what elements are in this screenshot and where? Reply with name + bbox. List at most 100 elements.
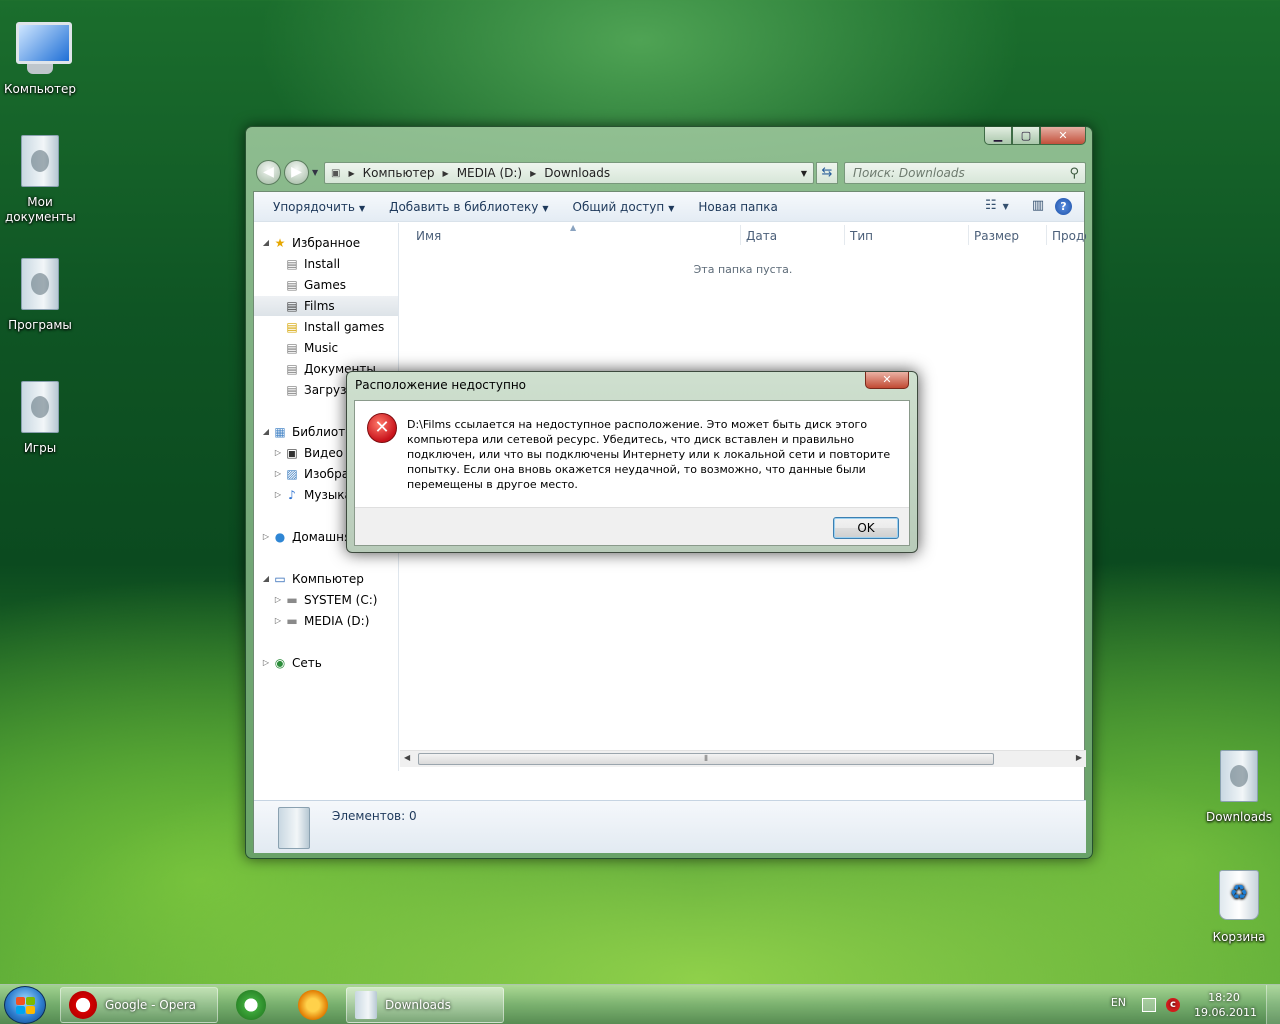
address-computer-icon: ▣: [331, 167, 341, 179]
aimp-icon: [298, 990, 328, 1020]
column-divider[interactable]: [1046, 225, 1047, 245]
forward-button[interactable]: ▶: [284, 160, 309, 185]
view-list-icon: ☷: [985, 197, 997, 213]
dialog-close-button[interactable]: ✕: [865, 372, 909, 389]
tree-item-music-library[interactable]: ▷ ♪ Музыка: [272, 485, 352, 505]
clock-date: 19.06.2011: [1194, 1006, 1257, 1019]
column-header-name[interactable]: Имя: [416, 229, 441, 243]
folder-shortcut-icon: ▤: [286, 383, 298, 397]
tree-label: Install: [304, 257, 341, 271]
column-divider[interactable]: [844, 225, 845, 245]
tree-item-media-d[interactable]: ▷ ▬ MEDIA (D:): [272, 611, 369, 631]
recent-pages-dropdown[interactable]: ▼: [312, 168, 318, 177]
expand-arrow-icon[interactable]: ◢: [260, 233, 272, 253]
organize-label: Упорядочить: [273, 199, 355, 214]
tree-label: Сеть: [292, 656, 322, 670]
address-bar[interactable]: ▣ ▶ Компьютер ▶ MEDIA (D:) ▶ Downloads ▼: [324, 162, 814, 184]
organize-menu[interactable]: Упорядочить ▼: [264, 200, 374, 214]
share-menu[interactable]: Общий доступ ▼: [564, 200, 684, 214]
pinned-aimp[interactable]: [286, 987, 340, 1023]
language-indicator[interactable]: EN: [1111, 996, 1126, 1009]
antivirus-icon[interactable]: c: [1166, 998, 1180, 1012]
column-header-duration[interactable]: Продолжительность: [1052, 229, 1086, 243]
preview-pane-icon: ▥: [1031, 197, 1045, 213]
tree-item-films[interactable]: ▤ Films: [254, 296, 398, 316]
search-input[interactable]: Поиск: Downloads ⚲: [844, 162, 1086, 184]
tree-item-install-games[interactable]: ▤ Install games: [284, 317, 384, 337]
minimize-icon: ▁: [993, 129, 1003, 142]
sort-caret-icon: ▲: [570, 223, 577, 232]
column-header-type[interactable]: Тип: [850, 229, 873, 243]
action-center-icon[interactable]: [1142, 998, 1156, 1012]
tree-item-system-c[interactable]: ▷ ▬ SYSTEM (C:): [272, 590, 378, 610]
tree-item-games[interactable]: ▤ Games: [284, 275, 346, 295]
show-desktop-button[interactable]: [1266, 985, 1280, 1024]
expand-arrow-icon[interactable]: ▷: [260, 653, 272, 673]
window-controls: ▁ ▢ ✕: [984, 127, 1086, 145]
new-folder-button[interactable]: Новая папка: [689, 200, 786, 214]
scroll-left-icon[interactable]: ◀: [404, 753, 410, 762]
column-divider[interactable]: [968, 225, 969, 245]
tree-item-install[interactable]: ▤ Install: [284, 254, 340, 274]
minimize-button[interactable]: ▁: [984, 127, 1012, 145]
close-button[interactable]: ✕: [1040, 127, 1086, 145]
breadcrumb-computer[interactable]: Компьютер: [359, 166, 439, 180]
expand-arrow-icon[interactable]: ◢: [260, 569, 272, 589]
navigation-bar: ◀ ▶ ▼ ▣ ▶ Компьютер ▶ MEDIA (D:) ▶ Downl…: [254, 159, 1086, 185]
refresh-icon: ⇆: [821, 165, 833, 180]
scrollbar-thumb[interactable]: ⦀: [418, 753, 994, 765]
scroll-right-icon[interactable]: ▶: [1076, 753, 1082, 762]
column-header-date[interactable]: Дата: [746, 229, 777, 243]
breadcrumb-downloads[interactable]: Downloads: [540, 166, 614, 180]
close-icon: ✕: [882, 373, 892, 386]
tree-label: MEDIA (D:): [304, 614, 370, 628]
clock[interactable]: 18:20 19.06.2011: [1194, 990, 1257, 1020]
start-button[interactable]: [4, 986, 46, 1024]
preview-pane-button[interactable]: ▥: [1027, 198, 1049, 216]
expand-arrow-icon[interactable]: ▷: [272, 611, 284, 631]
expand-arrow-icon[interactable]: ▷: [272, 464, 284, 484]
address-dropdown-icon[interactable]: ▼: [801, 169, 813, 178]
add-to-library-menu[interactable]: Добавить в библиотеку ▼: [380, 200, 557, 214]
dialog-footer: OK: [355, 507, 909, 545]
desktop-icon-recycle-bin[interactable]: Корзина: [1200, 870, 1278, 945]
desktop-icon-downloads[interactable]: Downloads: [1200, 750, 1278, 825]
tree-item-music[interactable]: ▤ Music: [284, 338, 338, 358]
tree-network[interactable]: ▷ ◉ Сеть: [260, 653, 322, 673]
expand-arrow-icon[interactable]: ▷: [260, 527, 272, 547]
desktop-icon-computer[interactable]: Компьютер: [1, 18, 79, 97]
taskbar-item-downloads[interactable]: Downloads: [346, 987, 504, 1023]
back-button[interactable]: ◀: [256, 160, 281, 185]
search-icon[interactable]: ⚲: [1069, 164, 1079, 184]
help-button[interactable]: ?: [1055, 198, 1072, 215]
dialog-message: D:\Films ссылается на недоступное распол…: [407, 418, 891, 491]
column-header-size[interactable]: Размер: [974, 229, 1019, 243]
horizontal-scrollbar[interactable]: ◀ ⦀ ▶: [400, 750, 1086, 767]
expand-arrow-icon[interactable]: ▷: [272, 590, 284, 610]
expand-arrow-icon[interactable]: ◢: [260, 422, 272, 442]
taskbar-item-opera[interactable]: Google - Opera: [60, 987, 218, 1023]
tree-label: Музыка: [304, 488, 352, 502]
tree-computer[interactable]: ◢ ▭ Компьютер: [260, 569, 364, 589]
column-divider[interactable]: [740, 225, 741, 245]
ok-button[interactable]: OK: [833, 517, 899, 539]
breadcrumb-media-d[interactable]: MEDIA (D:): [453, 166, 526, 180]
tree-item-video[interactable]: ▷ ▣ Видео: [272, 443, 343, 463]
refresh-button[interactable]: ⇆: [816, 162, 838, 184]
desktop-icon-my-documents[interactable]: Мои документы: [1, 135, 79, 225]
folder-shortcut-icon: ▤: [286, 320, 298, 334]
new-folder-label: Новая папка: [698, 199, 778, 214]
desktop-icon-games[interactable]: Игры: [1, 381, 79, 456]
view-options-button[interactable]: ☷ ▼: [985, 197, 1009, 216]
expand-arrow-icon[interactable]: ▷: [272, 443, 284, 463]
desktop-icon-programs[interactable]: Програмы: [1, 258, 79, 333]
folder-shortcut-icon: ▤: [286, 362, 298, 376]
tree-label: Films: [304, 299, 335, 313]
pinned-utorrent[interactable]: [224, 987, 278, 1023]
maximize-icon: ▢: [1020, 129, 1032, 142]
item-count: Элементов: 0: [332, 809, 417, 823]
expand-arrow-icon[interactable]: ▷: [272, 485, 284, 505]
documents-folder-icon: [16, 135, 64, 191]
maximize-button[interactable]: ▢: [1012, 127, 1040, 145]
tree-favorites[interactable]: ◢ ★ Избранное: [260, 233, 360, 253]
